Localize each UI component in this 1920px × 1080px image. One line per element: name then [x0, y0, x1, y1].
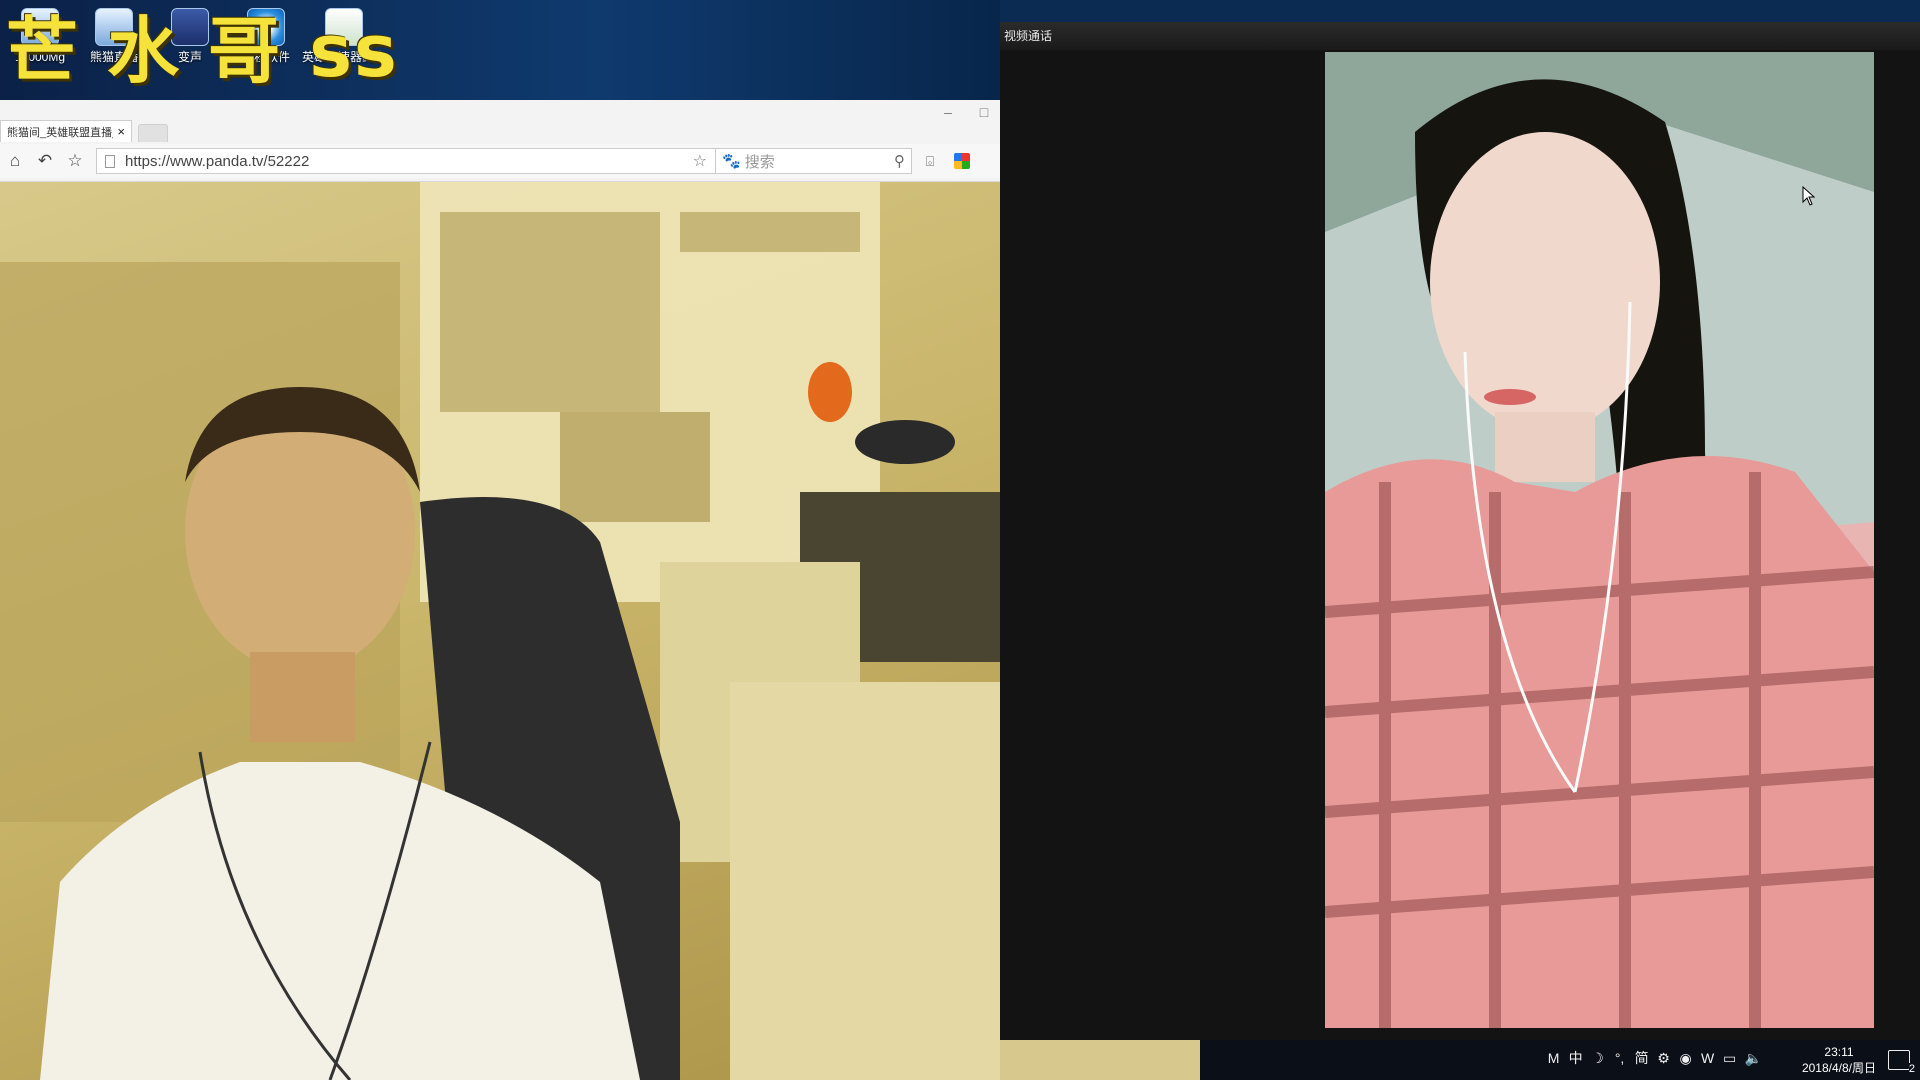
stream-overlay-title: 芒 水 哥 ss [6, 9, 399, 93]
moon-icon[interactable]: ☽ [1591, 1050, 1605, 1067]
simplified-chinese-icon[interactable]: 简 [1635, 1048, 1649, 1068]
ime-mode-icon[interactable]: M [1547, 1050, 1561, 1066]
basket-icon[interactable]: ⌺ [916, 147, 944, 175]
network-icon[interactable]: ▭ [1723, 1050, 1737, 1067]
settings-gear-icon[interactable]: ⚙ [1657, 1050, 1671, 1067]
maximize-button[interactable]: □ [976, 104, 992, 120]
search-placeholder: 搜索 [744, 153, 775, 171]
wechat-tray-icon[interactable]: W [1701, 1050, 1715, 1066]
ime-chinese-icon[interactable]: 中 [1569, 1048, 1583, 1068]
browser-window: – □ 熊猫间_英雄联盟直播_ × ⌂ ↶ ☆ https://www.pand… [0, 100, 1000, 182]
volume-icon[interactable]: 🔈 [1745, 1050, 1762, 1067]
system-tray: M 中 ☽ °, 简 ⚙ ◉ W ▭ 🔈 [1547, 1048, 1762, 1068]
notification-count: 2 [1908, 1063, 1915, 1075]
app-tray-icon[interactable]: ◉ [1679, 1050, 1693, 1067]
bookmark-star-icon[interactable]: ☆ [693, 151, 707, 171]
navigation-bar: ⌂ ↶ ☆ https://www.panda.tv/52222 ☆ 🐾 搜索 … [0, 144, 1000, 178]
remote-participant-video [1325, 52, 1874, 1028]
video-call-title: 视频通话 [1000, 22, 1920, 50]
search-icon[interactable]: ⚲ [894, 152, 905, 170]
star-bookmark-icon[interactable]: ☆ [60, 146, 90, 176]
taskbar-clock[interactable]: 23:11 2018/4/8/周日 [1802, 1044, 1876, 1076]
page-icon [105, 154, 115, 168]
tab-panda-stream[interactable]: 熊猫间_英雄联盟直播_ × [0, 120, 132, 142]
clock-date: 2018/4/8/周日 [1801, 1061, 1876, 1075]
notification-center-icon[interactable]: 2 [1888, 1050, 1915, 1075]
home-icon[interactable]: ⌂ [0, 146, 30, 176]
extension-icon[interactable] [948, 147, 976, 175]
baidu-paw-icon: 🐾 [722, 153, 741, 170]
url-text: https://www.panda.tv/52222 [125, 152, 310, 170]
desktop: 10000Mg 熊猫直播 变声 远程软件 英雄加速器药水哥 芒 水 哥 ss [0, 0, 1000, 100]
new-tab-button[interactable] [138, 124, 168, 142]
minimize-button[interactable]: – [940, 104, 956, 120]
address-bar[interactable]: https://www.panda.tv/52222 ☆ [96, 148, 716, 174]
tab-label: 熊猫间_英雄联盟直播_ [7, 126, 114, 139]
taskbar: M 中 ☽ °, 简 ⚙ ◉ W ▭ 🔈 23:11 2018/4/8/周日 2 [1200, 1040, 1920, 1080]
remote-video-scene [1325, 52, 1874, 1028]
video-call-window: 视频通话 [1000, 22, 1920, 1040]
close-tab-icon[interactable]: × [117, 124, 125, 139]
tab-strip: 熊猫间_英雄联盟直播_ × [0, 120, 168, 142]
window-controls: – □ [940, 104, 992, 120]
mouse-cursor-icon [1802, 186, 1816, 206]
search-input[interactable]: 🐾 搜索 ⚲ [716, 148, 912, 174]
undo-icon[interactable]: ↶ [30, 146, 60, 176]
clock-time: 23:11 [1824, 1045, 1854, 1059]
punctuation-icon[interactable]: °, [1613, 1050, 1627, 1066]
